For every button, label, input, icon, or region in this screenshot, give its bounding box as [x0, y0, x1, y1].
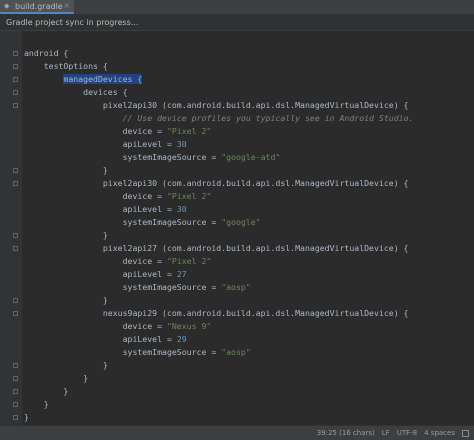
fold-marker[interactable] [13, 415, 18, 420]
code-line[interactable]: } [24, 359, 108, 372]
code-line[interactable]: } [24, 385, 68, 398]
fold-marker[interactable] [13, 246, 18, 251]
code-line[interactable]: systemImageSource = "google-atd" [24, 151, 281, 164]
fold-marker[interactable] [13, 389, 18, 394]
code-line[interactable]: // Use device profiles you typically see… [24, 112, 414, 125]
code-line[interactable]: } [24, 411, 29, 424]
code-line[interactable]: systemImageSource = "aosp" [24, 346, 251, 359]
caret-position[interactable]: 39:25 (16 chars) [317, 429, 375, 437]
code-line[interactable]: } [24, 372, 88, 385]
tab-build-gradle[interactable]: ◆ build.gradle × [0, 0, 74, 14]
fold-marker[interactable] [13, 363, 18, 368]
code-line[interactable]: } [24, 229, 108, 242]
code-line[interactable]: device = "Nexus 9" [24, 320, 212, 333]
code-line[interactable]: android { [24, 47, 68, 60]
code-line[interactable]: devices { [24, 86, 127, 99]
close-icon[interactable]: × [63, 2, 70, 10]
fold-marker[interactable] [13, 311, 18, 316]
code-line[interactable]: apiLevel = 30 [24, 203, 187, 216]
code-line[interactable]: device = "Pixel 2" [24, 125, 212, 138]
code-line[interactable]: pixel2api30 (com.android.build.api.dsl.M… [24, 99, 409, 112]
code-editor[interactable]: android { testOptions { managedDevices {… [22, 31, 474, 425]
fold-marker[interactable] [13, 376, 18, 381]
fold-marker[interactable] [13, 51, 18, 56]
code-line[interactable]: apiLevel = 30 [24, 138, 187, 151]
code-line[interactable]: } [24, 294, 108, 307]
code-line[interactable]: device = "Pixel 2" [24, 255, 212, 268]
code-line[interactable]: systemImageSource = "aosp" [24, 281, 251, 294]
code-line[interactable]: device = "Pixel 2" [24, 190, 212, 203]
gradle-file-icon: ◆ [4, 2, 10, 10]
code-line[interactable]: managedDevices { [24, 73, 143, 86]
code-line[interactable]: apiLevel = 27 [24, 268, 187, 281]
editor-gutter[interactable] [0, 31, 22, 425]
code-line[interactable]: pixel2api30 (com.android.build.api.dsl.M… [24, 177, 409, 190]
fold-marker[interactable] [13, 168, 18, 173]
code-line[interactable]: systemImageSource = "google" [24, 216, 261, 229]
fold-marker[interactable] [13, 181, 18, 186]
fold-marker[interactable] [13, 103, 18, 108]
code-line[interactable]: } [24, 164, 108, 177]
code-line[interactable]: testOptions { [24, 60, 108, 73]
file-encoding[interactable]: UTF-8 [397, 429, 417, 437]
line-separator[interactable]: LF [382, 429, 390, 437]
status-bar: 39:25 (16 chars) LF UTF-8 4 spaces [0, 425, 474, 440]
code-line[interactable]: apiLevel = 29 [24, 333, 187, 346]
code-line[interactable]: } [24, 398, 49, 411]
fold-marker[interactable] [13, 233, 18, 238]
editor-tab-bar: ◆ build.gradle × [0, 0, 474, 15]
fold-marker[interactable] [13, 90, 18, 95]
fold-marker[interactable] [13, 298, 18, 303]
code-line[interactable]: pixel2api27 (com.android.build.api.dsl.M… [24, 242, 409, 255]
sync-notification-text: Gradle project sync in progress... [6, 18, 139, 27]
indent-setting[interactable]: 4 spaces [424, 429, 455, 437]
lock-icon[interactable] [462, 429, 469, 437]
fold-marker[interactable] [13, 64, 18, 69]
sync-notification-bar: Gradle project sync in progress... [0, 15, 474, 31]
fold-marker[interactable] [13, 77, 18, 82]
code-line[interactable]: nexus9api29 (com.android.build.api.dsl.M… [24, 307, 409, 320]
fold-marker[interactable] [13, 402, 18, 407]
tab-label: build.gradle [15, 1, 63, 11]
